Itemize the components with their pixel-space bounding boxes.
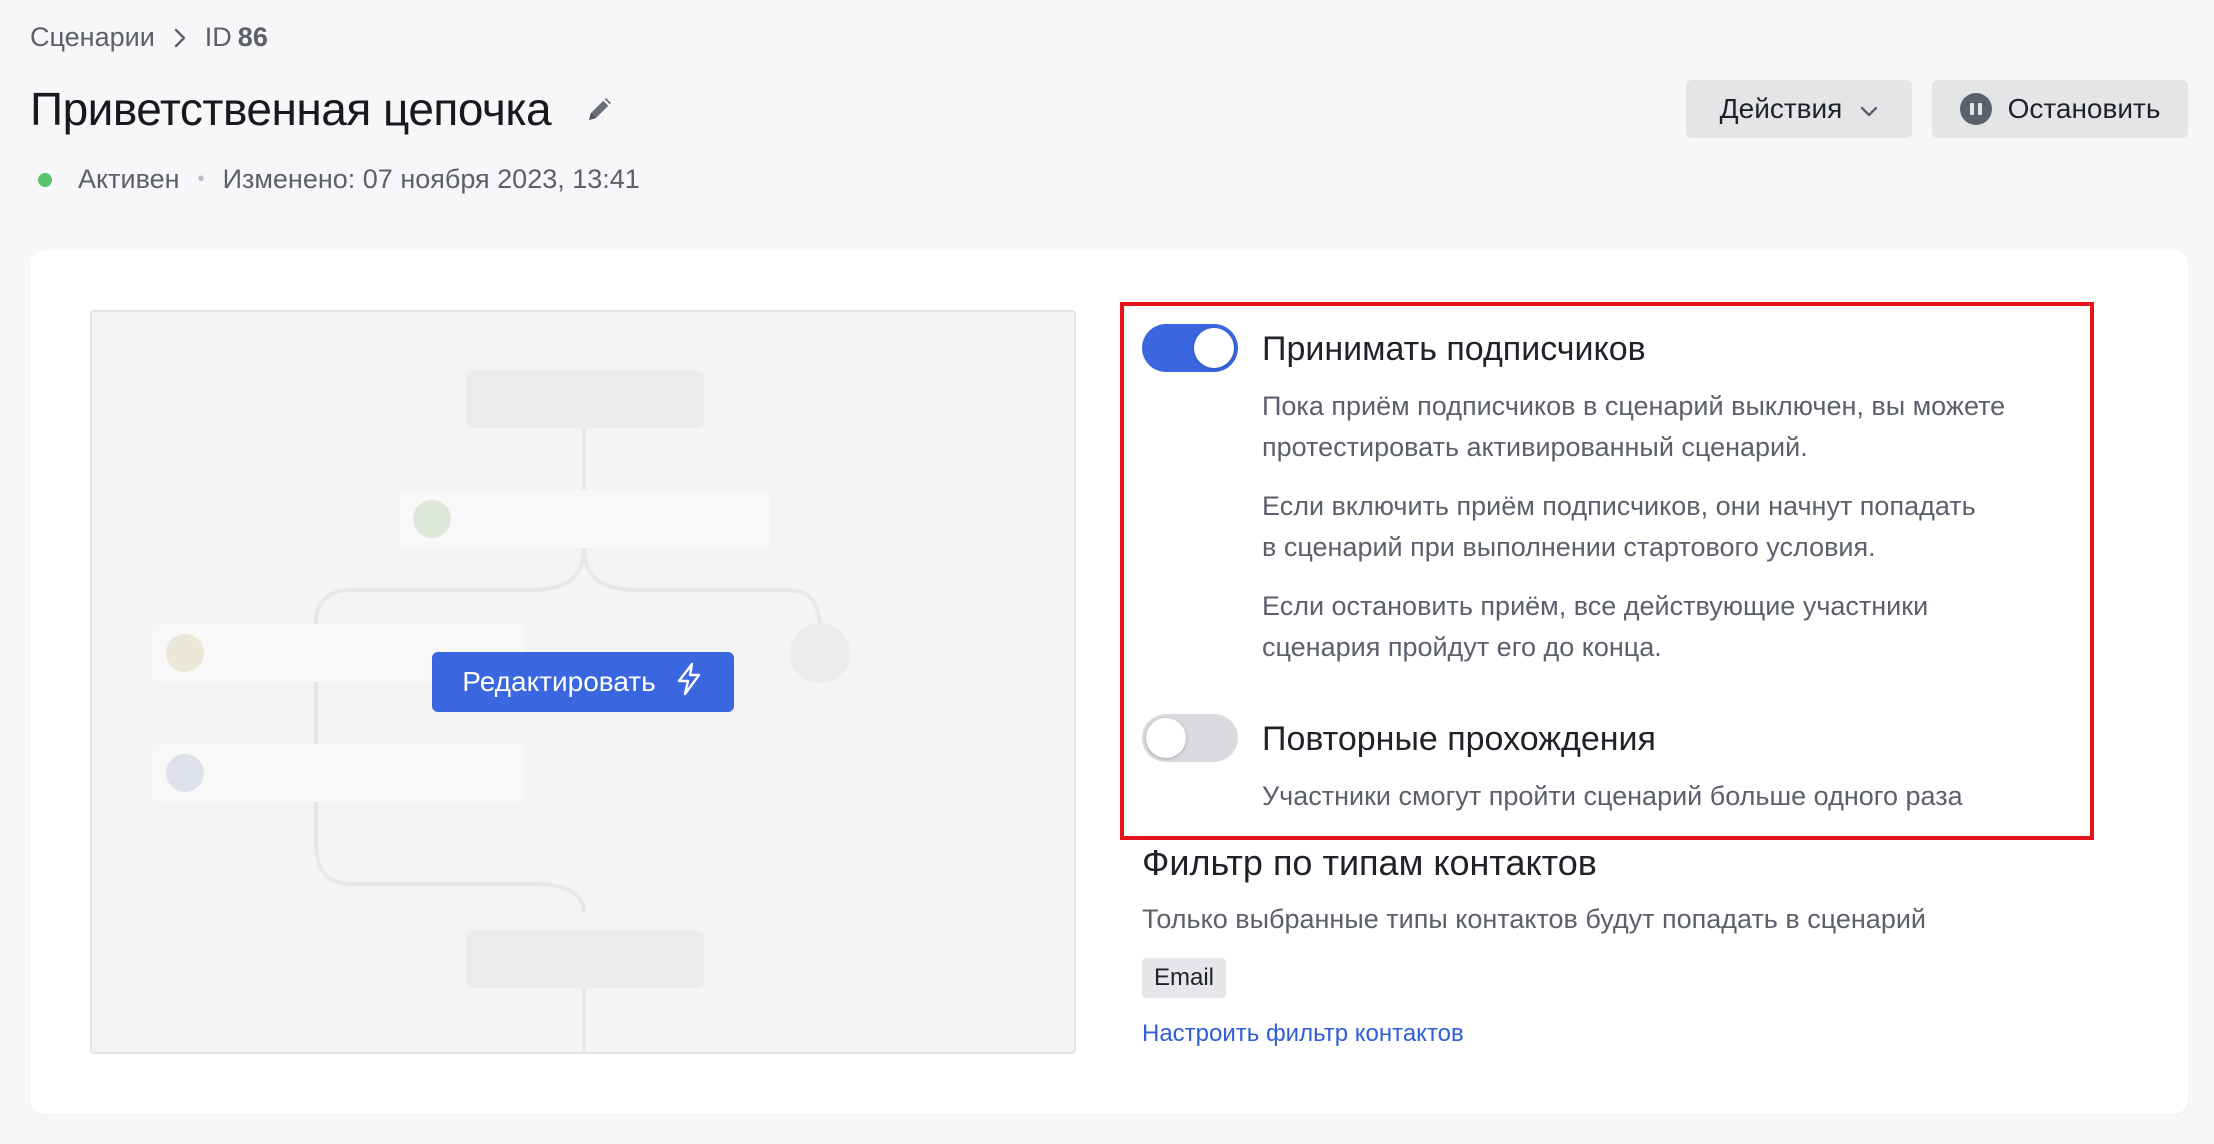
actions-label: Действия <box>1719 93 1843 124</box>
lightning-icon <box>674 662 704 703</box>
breadcrumb-scenarios-link[interactable]: Сценарии <box>30 22 155 53</box>
contact-type-chip-email: Email <box>1142 958 1227 998</box>
page-title: Приветственная цепочка <box>30 83 552 135</box>
status-row: Активен • Изменено: 07 ноября 2023, 13:4… <box>38 164 640 195</box>
breadcrumb-id-value: 86 <box>237 22 268 52</box>
accept-subscribers-desc-3: Если остановить приём, все действующие у… <box>1262 586 1928 668</box>
contact-filter-title: Фильтр по типам контактов <box>1142 842 1597 883</box>
desc2-line1: Если включить приём подписчиков, они нач… <box>1262 491 1976 521</box>
modified-date: Изменено: 07 ноября 2023, 13:41 <box>222 164 640 194</box>
separator-dot: • <box>197 168 205 190</box>
pencil-icon[interactable] <box>583 92 617 126</box>
accept-subscribers-desc-1: Пока приём подписчиков в сценарий выключ… <box>1262 386 2005 468</box>
accept-subscribers-title: Принимать подписчиков <box>1262 330 1646 368</box>
desc1-line1: Пока приём подписчиков в сценарий выключ… <box>1262 391 2006 421</box>
desc3-line1: Если остановить приём, все действующие у… <box>1262 591 1929 621</box>
scenario-card: Редактировать Принимать подписчиков Пока… <box>30 250 2188 1114</box>
edit-scenario-button[interactable]: Редактировать <box>432 652 734 712</box>
configure-contact-filter-link[interactable]: Настроить фильтр контактов <box>1142 1020 1464 1048</box>
contact-filter-desc: Только выбранные типы контактов будут по… <box>1142 904 1927 934</box>
desc1-line2: протестировать активированный сценарий. <box>1262 432 1808 462</box>
desc2-line2: в сценарий при выполнении стартового усл… <box>1262 532 1876 562</box>
title-row: Приветственная цепочка <box>30 82 617 136</box>
breadcrumb: Сценарии ID 86 <box>30 22 268 53</box>
accept-subscribers-toggle[interactable] <box>1142 324 1238 372</box>
highlight-frame <box>1120 302 2094 840</box>
stop-button[interactable]: Остановить <box>1932 80 2188 138</box>
repeat-passes-desc: Участники смогут пройти сценарий больше … <box>1262 781 1963 811</box>
repeat-passes-toggle[interactable] <box>1142 714 1238 762</box>
edit-scenario-label: Редактировать <box>462 666 656 697</box>
chevron-down-icon <box>1860 93 1878 125</box>
desc3-line2: сценария пройдут его до конца. <box>1262 632 1662 662</box>
status-badge: Активен <box>78 164 180 194</box>
scenario-page: Сценарии ID 86 Приветственная цепочка Акт… <box>0 0 2214 1144</box>
breadcrumb-id-label: ID <box>204 22 232 52</box>
repeat-passes-title: Повторные прохождения <box>1262 720 1656 758</box>
accept-subscribers-desc-2: Если включить приём подписчиков, они нач… <box>1262 486 1976 568</box>
scenario-preview: Редактировать <box>90 310 1076 1054</box>
breadcrumb-id: ID 86 <box>205 22 268 53</box>
pause-icon <box>1959 93 1992 125</box>
stop-label: Остановить <box>2007 93 2161 124</box>
actions-dropdown-button[interactable]: Действия <box>1686 80 1912 138</box>
chevron-right-icon <box>173 27 187 49</box>
status-dot-icon <box>38 172 52 187</box>
